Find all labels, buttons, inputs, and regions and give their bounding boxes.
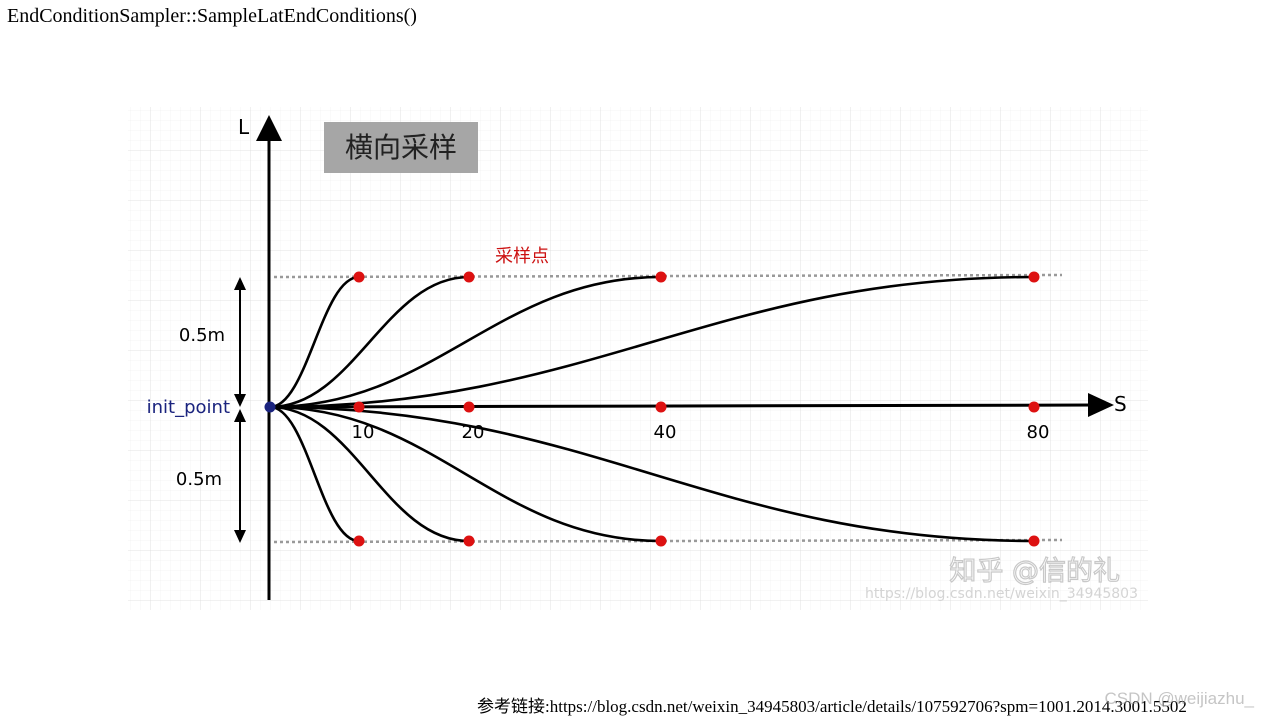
sample-point-s10-lneg [353,535,365,547]
sample-point-s80-lneg [1028,535,1040,547]
heading-box: 横向采样 [324,122,478,173]
watermark-brand: 知乎 @信的礼 [949,556,1120,587]
sample-point-s40-lzero [655,401,667,413]
s-axis-label: S [1114,392,1127,416]
sample-point-s20-lzero [463,401,475,413]
s-tick-label-40: 40 [654,422,677,443]
reference-link[interactable]: 参考链接:https://blog.csdn.net/weixin_349458… [477,692,1187,717]
sample-point-s40-lpos [655,271,667,283]
s-tick-label-80: 80 [1027,422,1050,443]
s-tick-label-20: 20 [462,422,485,443]
sample-point-s80-lzero [1028,401,1040,413]
init-point-marker [264,401,276,413]
sample-point-s10-lzero [353,401,365,413]
s-tick-label-10: 10 [352,422,375,443]
sample-point-s10-lpos [353,271,365,283]
l-axis-label: L [238,115,250,139]
sample-point-s20-lneg [463,535,475,547]
grid-background [128,107,1148,610]
upper-offset-label: 0.5m [179,325,225,346]
sample-point-s80-lpos [1028,271,1040,283]
init-point-label: init_point [147,397,230,418]
lateral-sampling-diagram: 横向采样 L S 0.5m 0.5m 10 20 40 80 init_poin… [128,107,1148,610]
lower-offset-label: 0.5m [176,469,222,490]
s-axis [268,403,1097,409]
watermark-url: https://blog.csdn.net/weixin_34945803 [865,586,1138,602]
heading-text: 横向采样 [345,131,457,164]
sample-points-label: 采样点 [495,246,549,267]
sample-point-s40-lneg [655,535,667,547]
sample-point-s20-lpos [463,271,475,283]
figure-canvas: EndConditionSampler::SampleLatEndConditi… [0,0,1268,719]
corner-watermark: CSDN @weijiazhu_ [1104,689,1254,708]
